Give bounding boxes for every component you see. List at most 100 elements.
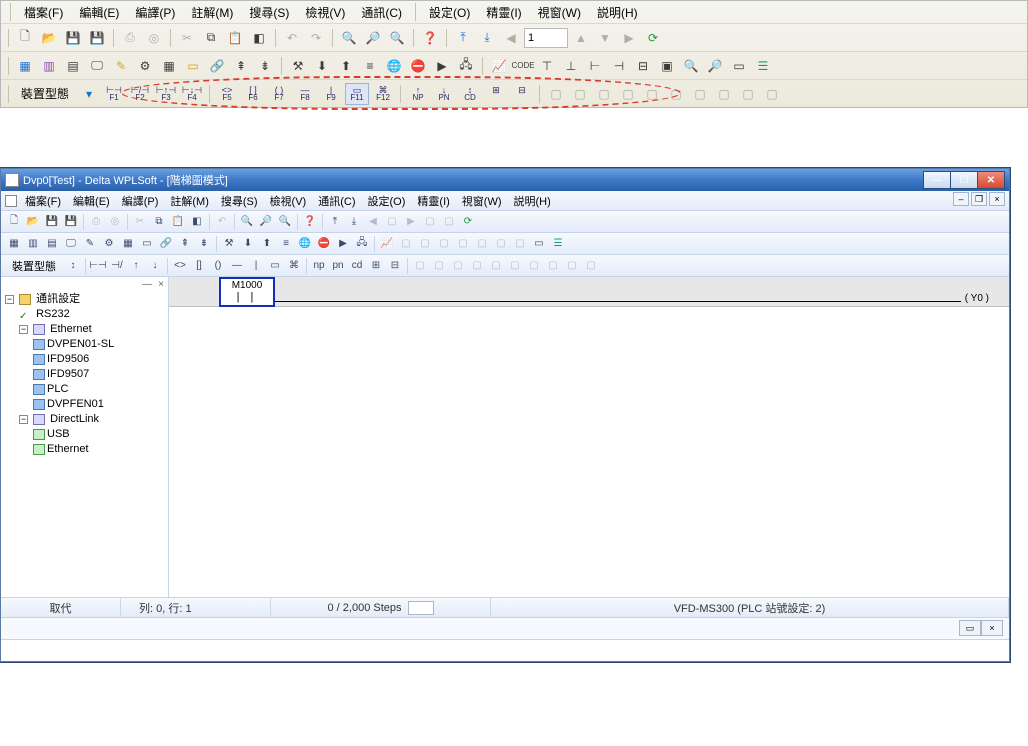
run-icon[interactable]: ▶ <box>431 55 453 77</box>
help-icon[interactable]: ❓ <box>301 213 319 231</box>
menu-view[interactable]: 檢視(V) <box>266 192 311 210</box>
ldr-fall-icon[interactable]: ↓ <box>146 257 164 275</box>
g-icon[interactable]: ▢ <box>430 257 448 275</box>
comment-icon[interactable]: ▭ <box>182 55 204 77</box>
menu-help[interactable]: 説明(H) <box>510 192 555 210</box>
saveas-icon[interactable]: 💾 <box>62 213 80 231</box>
tree-item[interactable]: PLC <box>33 382 166 397</box>
ldr-vline-icon[interactable]: | <box>247 257 265 275</box>
new-icon[interactable]: 🗋 <box>14 27 36 49</box>
pane-pin-icon[interactable]: — <box>142 279 152 290</box>
connection-icon[interactable]: 🖧 <box>353 235 371 253</box>
il-mode-icon[interactable]: ▥ <box>24 235 42 253</box>
nav-down-icon[interactable]: ⇟ <box>254 55 276 77</box>
fnkey-f6[interactable]: [ ]F6 <box>241 83 265 105</box>
ldr-x2-icon[interactable]: ⊟ <box>386 257 404 275</box>
redo-icon[interactable]: ↷ <box>305 27 327 49</box>
comment-icon[interactable]: ▭ <box>138 235 156 253</box>
tree-ethernet[interactable]: − Ethernet DVPEN01-SL IFD9506 IFD9507 PL… <box>19 322 166 412</box>
ladder-contact-selected[interactable]: M1000 | | <box>219 277 275 307</box>
zoom-in-icon[interactable]: 🔍 <box>238 213 256 231</box>
g-icon[interactable]: ▢ <box>454 235 472 253</box>
ldr-cd-icon[interactable]: cd <box>348 257 366 275</box>
rung-icon[interactable]: ▭ <box>728 55 750 77</box>
menu-comment[interactable]: 註解(M) <box>185 2 239 23</box>
step-icon[interactable]: ▢ <box>383 213 401 231</box>
g-icon[interactable]: ▢ <box>582 257 600 275</box>
menu-window[interactable]: 視窗(W) <box>458 192 506 210</box>
ldr-pn-icon[interactable]: pn <box>329 257 347 275</box>
ldr-np-icon[interactable]: np <box>310 257 328 275</box>
g-icon[interactable]: ▢ <box>492 235 510 253</box>
simulate-icon[interactable]: ⚙ <box>134 55 156 77</box>
run-icon[interactable]: ▶ <box>334 235 352 253</box>
t1-icon[interactable]: ⊤ <box>536 55 558 77</box>
fnkey-np[interactable]: ↑NP <box>406 83 430 105</box>
undo-icon[interactable]: ↶ <box>213 213 231 231</box>
devicelist-icon[interactable]: ▦ <box>158 55 180 77</box>
step-up-icon[interactable]: ▲ <box>570 27 592 49</box>
grey-icon[interactable]: ▢ <box>713 83 735 105</box>
grey-icon[interactable]: ▢ <box>665 83 687 105</box>
d1-icon[interactable]: ▢ <box>421 213 439 231</box>
tree-item[interactable]: DVPEN01-SL <box>33 337 166 352</box>
g-icon[interactable]: ▢ <box>449 257 467 275</box>
zoom-100-icon[interactable]: 🔍 <box>386 27 408 49</box>
tree-item[interactable]: DVPFEN01 <box>33 397 166 412</box>
cut-icon[interactable]: ✂ <box>176 27 198 49</box>
grey-icon[interactable]: ▢ <box>569 83 591 105</box>
menu-wizard[interactable]: 精靈(I) <box>413 192 453 210</box>
monitor-icon[interactable]: 🖵 <box>86 55 108 77</box>
g-icon[interactable]: ▢ <box>435 235 453 253</box>
next-icon[interactable]: ▶ <box>402 213 420 231</box>
d2-icon[interactable]: ▢ <box>440 213 458 231</box>
mdi-close-button[interactable]: × <box>989 192 1005 206</box>
menu-options[interactable]: 設定(O) <box>423 2 476 23</box>
monitor-icon[interactable]: 🖵 <box>62 235 80 253</box>
cut-icon[interactable]: ✂ <box>131 213 149 231</box>
grey-icon[interactable]: ▢ <box>641 83 663 105</box>
g-icon[interactable]: ▢ <box>397 235 415 253</box>
paste-icon[interactable]: 📋 <box>224 27 246 49</box>
down-icon[interactable]: ⇟ <box>195 235 213 253</box>
tree-root[interactable]: − 通訊設定 RS232 − <box>5 292 166 457</box>
menu-edit[interactable]: 編輯(E) <box>73 2 125 23</box>
stop-icon[interactable]: ⛔ <box>407 55 429 77</box>
open-icon[interactable]: 📂 <box>38 27 60 49</box>
paste-icon[interactable]: 📋 <box>169 213 187 231</box>
upload-icon[interactable]: ⬆ <box>258 235 276 253</box>
menu-compile[interactable]: 編譯(P) <box>129 2 181 23</box>
comm-tree-pane[interactable]: —× − 通訊設定 RS232 <box>1 277 169 597</box>
globe-icon[interactable]: 🌐 <box>296 235 314 253</box>
ladder-mode-icon[interactable]: ▦ <box>14 55 36 77</box>
grey-icon[interactable]: ▢ <box>737 83 759 105</box>
mdi-minimize-button[interactable]: – <box>953 192 969 206</box>
fnkey-f8[interactable]: —F8 <box>293 83 317 105</box>
step-down-icon[interactable]: ▼ <box>594 27 616 49</box>
fnkey-f3[interactable]: ⊢↑⊣F3 <box>154 83 178 105</box>
menu-edit[interactable]: 編輯(E) <box>69 192 114 210</box>
goto-top-icon[interactable]: ⤒ <box>326 213 344 231</box>
tab-output[interactable]: ▭ <box>959 620 981 636</box>
ldr-bracket-icon[interactable]: [] <box>190 257 208 275</box>
prev-icon[interactable]: ◀ <box>500 27 522 49</box>
tree-item[interactable]: IFD9507 <box>33 367 166 382</box>
step-input[interactable] <box>524 28 568 48</box>
preview-icon[interactable]: ◎ <box>143 27 165 49</box>
goto-top-icon[interactable]: ⤒ <box>452 27 474 49</box>
g-icon[interactable]: ▢ <box>525 257 543 275</box>
menu-options[interactable]: 設定(O) <box>364 192 410 210</box>
mdi-restore-button[interactable]: ❐ <box>971 192 987 206</box>
print-icon[interactable]: ⎙ <box>87 213 105 231</box>
link-icon[interactable]: 🔗 <box>206 55 228 77</box>
t5-icon[interactable]: ⊟ <box>632 55 654 77</box>
menu-compile[interactable]: 編譯(P) <box>118 192 163 210</box>
ldr-contact-icon[interactable]: ⊢⊣ <box>89 257 107 275</box>
ldr-hline-icon[interactable]: — <box>228 257 246 275</box>
simulate-icon[interactable]: ⚙ <box>100 235 118 253</box>
minimize-button[interactable]: — <box>923 171 951 189</box>
pane-close-icon[interactable]: × <box>158 279 164 290</box>
edit-icon[interactable]: ✎ <box>110 55 132 77</box>
close-button[interactable]: ✕ <box>977 171 1005 189</box>
fnkey-pn[interactable]: ↓PN <box>432 83 456 105</box>
